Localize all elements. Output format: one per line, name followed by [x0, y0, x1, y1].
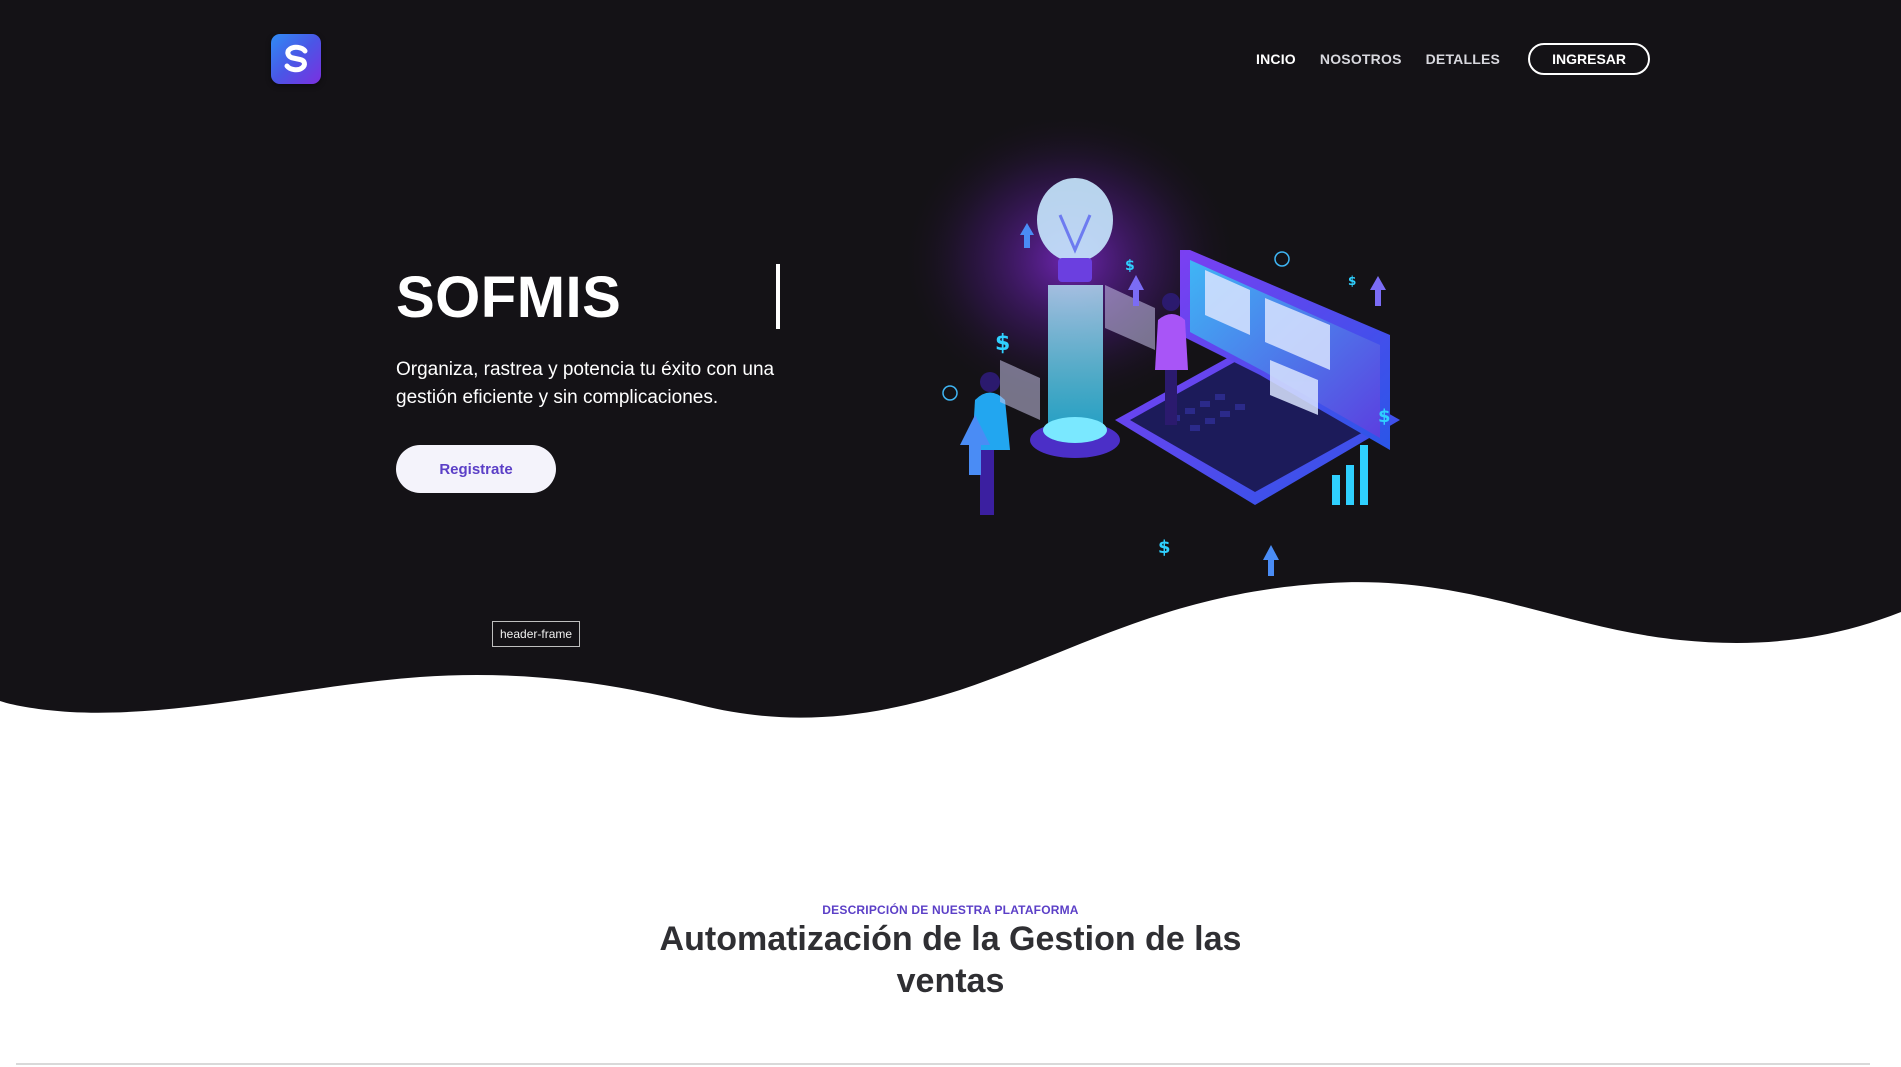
main-navigation: INCIO NOSOTROS DETALLES INGRESAR [1256, 43, 1651, 75]
landing-page: INCIO NOSOTROS DETALLES INGRESAR SOFMIS … [0, 0, 1901, 1067]
hero-title: SOFMIS [396, 265, 622, 330]
svg-text:$: $ [995, 331, 1010, 356]
nav-item-inicio[interactable]: INCIO [1256, 51, 1296, 67]
s-letter-icon [284, 44, 308, 73]
hero-section: INCIO NOSOTROS DETALLES INGRESAR SOFMIS … [0, 0, 1901, 730]
svg-text:$: $ [1378, 406, 1391, 427]
section-eyebrow: DESCRIPCIÓN DE NUESTRA PLATAFORMA [822, 903, 1079, 917]
typing-cursor [776, 264, 780, 329]
nav-item-detalles[interactable]: DETALLES [1426, 51, 1500, 67]
analytics-lightbulb-laptop-illustration: $ $ $ $ $ [900, 120, 1400, 576]
register-button[interactable]: Registrate [396, 445, 556, 493]
section-title: Automatización de la Gestion de las vent… [659, 920, 1242, 1000]
svg-text:$: $ [1158, 537, 1171, 558]
hero-subtitle: Organiza, rastrea y potencia tu éxito co… [396, 359, 775, 408]
sofmis-logo-icon[interactable] [271, 34, 321, 84]
header-frame-label: header-frame [492, 621, 581, 647]
nav-item-nosotros[interactable]: NOSOTROS [1320, 51, 1402, 67]
login-button[interactable]: INGRESAR [1528, 43, 1651, 75]
svg-text:$: $ [1348, 274, 1356, 288]
section-divider [16, 1063, 1870, 1065]
svg-text:$: $ [1125, 258, 1135, 274]
